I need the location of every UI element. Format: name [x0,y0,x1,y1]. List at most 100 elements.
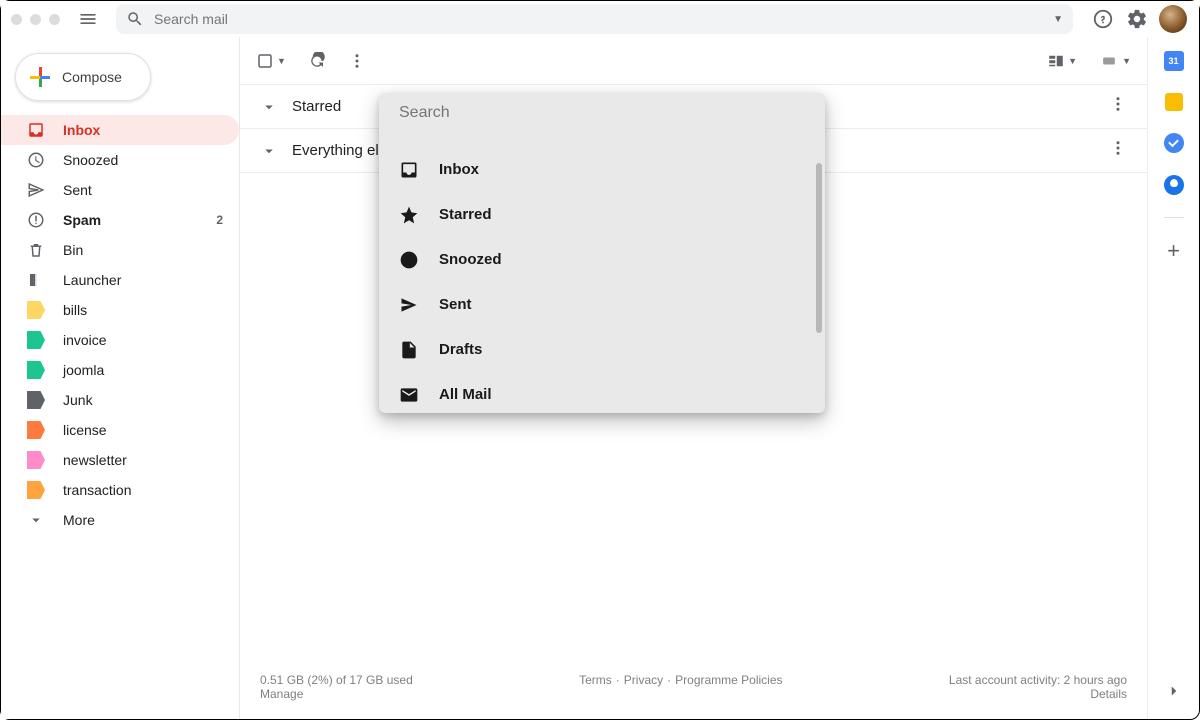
nav-spam[interactable]: Spam 2 [1,205,239,235]
label-license[interactable]: license [1,415,239,445]
nav-label: Snoozed [63,152,118,168]
storage-text: 0.51 GB (2%) of 17 GB used [260,673,413,687]
nav-launcher[interactable]: Launcher [1,265,239,295]
terms-link[interactable]: Terms [579,673,612,701]
label-icon [27,481,45,499]
help-icon [1092,8,1114,30]
collapse-panel-button[interactable] [1165,682,1183,705]
file-icon [399,340,419,360]
popup-scrollbar[interactable] [816,163,822,333]
spam-icon [27,211,45,229]
top-bar: ▼ [1,1,1199,37]
nav-inbox[interactable]: Inbox [1,115,239,145]
input-tools-toggle[interactable]: ▼ [1099,54,1131,68]
popup-list: Inbox Starred Snoozed Sent Drafts All Ma… [379,147,817,413]
popup-item-sent[interactable]: Sent [379,282,817,327]
more-button[interactable] [348,52,366,70]
inbox-icon [27,121,45,139]
chevron-down-icon [260,98,278,116]
popup-item-label: Sent [439,296,472,313]
select-all-checkbox[interactable]: ▼ [256,52,286,70]
popup-search-input[interactable] [379,93,825,133]
nav-label: Inbox [63,122,100,138]
chevron-right-icon [1165,682,1183,700]
keyboard-icon [1099,54,1119,68]
details-link[interactable]: Details [1090,687,1127,701]
nav-sent[interactable]: Sent [1,175,239,205]
nav-label: transaction [63,482,131,498]
inbox-icon [399,160,419,180]
chevron-down-icon [260,142,278,160]
label-bills[interactable]: bills [1,295,239,325]
section-menu[interactable] [1109,139,1127,162]
clock-icon [27,151,45,169]
chevron-down-icon [27,511,45,529]
hamburger-icon [78,8,98,30]
popup-item-drafts[interactable]: Drafts [379,327,817,372]
nav-label: Launcher [63,272,121,288]
nav-label: joomla [63,362,104,378]
main-menu-button[interactable] [78,9,98,29]
label-newsletter[interactable]: newsletter [1,445,239,475]
refresh-icon [308,52,326,70]
more-vert-icon [1109,139,1127,157]
search-options-dropdown[interactable]: ▼ [1053,14,1063,25]
privacy-link[interactable]: Privacy [624,673,663,701]
nav-label: More [63,512,95,528]
clock-icon [399,250,419,270]
label-icon [27,301,45,319]
side-panel: + [1147,37,1199,719]
keep-app-icon[interactable] [1165,93,1183,111]
window-controls [11,14,66,25]
popup-item-inbox[interactable]: Inbox [379,147,817,192]
more-vert-icon [1109,95,1127,113]
popup-item-allmail[interactable]: All Mail [379,372,817,413]
settings-button[interactable] [1125,7,1149,31]
nav-label: Spam [63,212,101,228]
star-icon [399,205,419,225]
nav-bin[interactable]: Bin [1,235,239,265]
add-app-button[interactable]: + [1163,240,1185,262]
traffic-light-close[interactable] [11,14,22,25]
section-menu[interactable] [1109,95,1127,118]
activity-text: Last account activity: 2 hours ago [949,673,1127,687]
footer: 0.51 GB (2%) of 17 GB used Manage Terms·… [240,663,1147,719]
toolbar: ▼ ▼ ▼ [240,37,1147,85]
popup-item-label: Starred [439,206,492,223]
traffic-light-min[interactable] [30,14,41,25]
manage-link[interactable]: Manage [260,687,303,701]
nav-more[interactable]: More [1,505,239,535]
popup-item-starred[interactable]: Starred [379,192,817,237]
label-junk[interactable]: Junk [1,385,239,415]
top-icons [1091,5,1187,33]
label-transaction[interactable]: transaction [1,475,239,505]
label-invoice[interactable]: invoice [1,325,239,355]
tasks-app-icon[interactable] [1164,133,1184,153]
label-icon [27,361,45,379]
nav-label: Bin [63,242,83,258]
label-icon [27,451,45,469]
search-input[interactable] [154,11,1043,27]
search-bar[interactable]: ▼ [116,4,1073,34]
account-avatar[interactable] [1159,5,1187,33]
label-joomla[interactable]: joomla [1,355,239,385]
refresh-button[interactable] [308,52,326,70]
popup-item-snoozed[interactable]: Snoozed [379,237,817,282]
label-icon [27,391,45,409]
contacts-app-icon[interactable] [1164,175,1184,195]
compose-label: Compose [62,69,122,85]
checkbox-icon [256,52,274,70]
compose-button[interactable]: Compose [15,53,151,101]
nav-snoozed[interactable]: Snoozed [1,145,239,175]
traffic-light-max[interactable] [49,14,60,25]
label-picker-popup: Inbox Starred Snoozed Sent Drafts All Ma… [379,93,825,413]
send-icon [399,295,419,315]
split-icon [1047,52,1065,70]
nav-label: newsletter [63,452,127,468]
nav-label: Junk [63,392,93,408]
calendar-app-icon[interactable] [1164,51,1184,71]
divider [1164,217,1184,218]
policies-link[interactable]: Programme Policies [675,673,782,701]
support-button[interactable] [1091,7,1115,31]
split-pane-toggle[interactable]: ▼ [1047,52,1077,70]
